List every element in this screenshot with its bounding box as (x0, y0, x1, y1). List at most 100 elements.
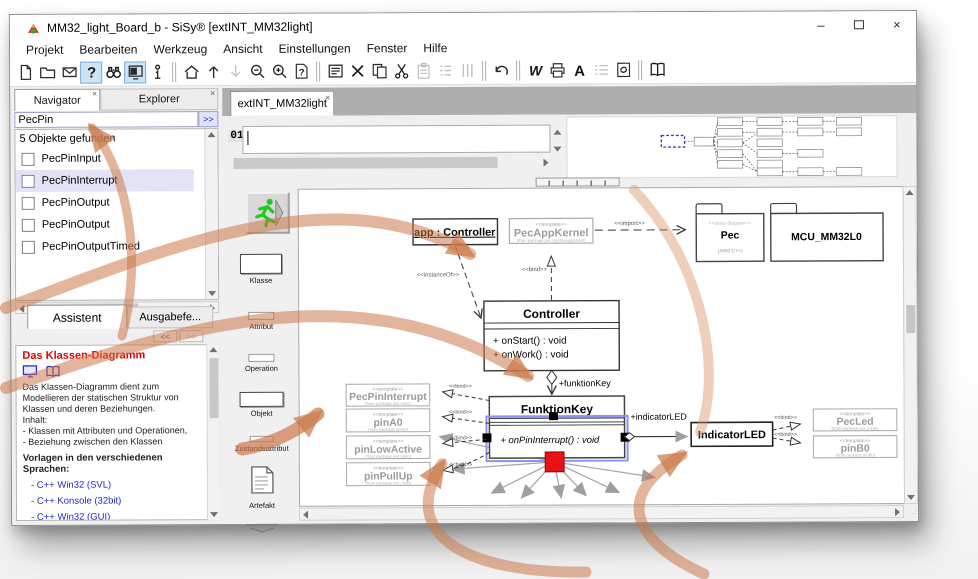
tab-extint-mm32light[interactable]: extINT_MM32light× (230, 91, 334, 116)
code-hscrollbar[interactable] (234, 157, 498, 169)
tab-assistent[interactable]: Assistent (27, 304, 127, 328)
template-link-cpp-konsole[interactable]: - C++ Konsole (32bit) (31, 495, 203, 507)
run-button[interactable] (246, 192, 290, 234)
bind-connectors-left[interactable] (443, 392, 490, 471)
mail-icon[interactable] (58, 61, 80, 83)
checkbox[interactable] (21, 152, 34, 165)
composition-funktionkey[interactable]: +funktionKey (547, 370, 611, 394)
instanceof-dependency[interactable] (455, 245, 481, 319)
scroll-down-button[interactable] (552, 141, 563, 152)
info-icon[interactable] (146, 61, 168, 83)
package-pec[interactable]: <<class diagram>> Pec (ARM C++) (696, 204, 764, 262)
template-link-cpp-win32-svl[interactable]: - C++ Win32 (SVL) (31, 479, 203, 491)
screen-icon[interactable] (22, 365, 38, 378)
diagram-help-icon[interactable]: ? (290, 60, 312, 82)
svg-text:A: A (574, 64, 585, 79)
navigate-up-icon[interactable] (202, 61, 224, 83)
list-item[interactable]: PecPinOutputTimed (16, 235, 194, 258)
tool-attribut[interactable]: Attribut (237, 312, 285, 331)
list-item[interactable]: PecPinOutput (16, 191, 194, 214)
list-item-selected[interactable]: PecPinInterrupt (16, 169, 194, 192)
class-indicatorled[interactable]: IndicatorLED (691, 422, 773, 446)
menu-projekt[interactable]: Projekt (18, 43, 71, 57)
tool-klasse[interactable]: Klasse (237, 254, 285, 285)
menu-werkzeug[interactable]: Werkzeug (145, 42, 215, 56)
search-input[interactable] (14, 111, 198, 128)
word-export-icon[interactable]: W (524, 59, 546, 81)
undo-icon[interactable] (490, 59, 512, 81)
tab-navigator[interactable]: Navigator× (14, 89, 100, 111)
scroll-right-button[interactable] (539, 157, 550, 168)
toolbar-separator (172, 62, 176, 82)
menu-hilfe[interactable]: Hilfe (415, 41, 455, 55)
right-template-classes[interactable]: <<template>> PecLed (from package pec.In… (813, 409, 897, 458)
close-icon[interactable]: × (210, 89, 215, 97)
close-icon[interactable]: × (92, 90, 97, 98)
tab-ausgabefenster[interactable]: Ausgabefe... (127, 306, 213, 328)
assistant-bullet: - Klassen mit Attributen und Operationen… (23, 425, 203, 437)
diagram-canvas[interactable]: app : Controller <<template>> PecAppKern… (298, 186, 905, 507)
new-document-icon[interactable] (14, 61, 36, 83)
association-indicatorled[interactable]: +indicatorLED (624, 412, 687, 441)
model-overview-minimap[interactable] (566, 115, 897, 178)
maximize-button[interactable] (840, 11, 878, 37)
copy-icon[interactable] (368, 60, 390, 82)
tool-objekt[interactable]: Objekt (238, 392, 286, 418)
help-icon[interactable]: ? (80, 61, 102, 83)
scroll-up-button[interactable] (552, 127, 563, 138)
cut-icon[interactable] (390, 60, 412, 82)
menu-einstellungen[interactable]: Einstellungen (271, 41, 359, 55)
tab-explorer[interactable]: Explorer× (100, 88, 218, 111)
book-icon[interactable] (44, 365, 61, 378)
object-app-controller[interactable]: app : Controller (413, 219, 498, 245)
svg-text:(from package pec.AppManagemen: (from package pec.AppManagement) (517, 238, 586, 243)
search-button[interactable]: >> (198, 111, 218, 127)
zoom-slider[interactable] (536, 177, 620, 186)
code-input[interactable] (242, 125, 550, 154)
template-link-cpp-win32-gui[interactable]: - C++ Win32 (GUI) (31, 511, 203, 521)
menu-bearbeiten[interactable]: Bearbeiten (71, 42, 145, 56)
drag-source-handle[interactable] (545, 452, 564, 472)
tool-operation[interactable]: Operation (237, 354, 285, 373)
delete-icon[interactable] (346, 60, 368, 82)
canvas-hscrollbar[interactable]: .: (299, 505, 904, 521)
screen-editor-icon[interactable] (124, 61, 146, 83)
checkbox[interactable] (22, 174, 35, 187)
print-icon[interactable] (546, 59, 568, 81)
edit-sheet-icon[interactable] (324, 60, 346, 82)
class-funktionkey[interactable]: FunktionKey + onPinInterrupt() : void (489, 396, 624, 458)
documentation-icon[interactable] (646, 59, 668, 81)
checkbox[interactable] (22, 196, 35, 209)
find-icon[interactable] (102, 61, 124, 83)
class-pecappkernel[interactable]: <<template>> PecAppKernel (from package … (509, 218, 593, 243)
zoom-in-icon[interactable] (268, 60, 290, 82)
palette-collapse-chevron[interactable] (242, 524, 282, 533)
left-template-classes[interactable]: <<template>> PecPinInterrupt (from packa… (346, 384, 430, 486)
run-icon (250, 196, 286, 230)
checkbox[interactable] (22, 218, 35, 231)
zoom-out-icon[interactable] (246, 60, 268, 82)
assistant-back-button[interactable]: << (153, 330, 177, 342)
assistant-forward-button[interactable]: >> (179, 330, 203, 342)
checkbox[interactable] (22, 240, 35, 253)
menu-fenster[interactable]: Fenster (359, 41, 416, 55)
menu-ansicht[interactable]: Ansicht (215, 42, 270, 56)
assistant-scrollbar[interactable] (206, 344, 220, 520)
close-button[interactable]: × (878, 11, 916, 37)
package-mcu-mm32l0[interactable]: MCU_MM32L0 (771, 203, 884, 261)
results-scrollbar[interactable] (204, 129, 218, 299)
home-icon[interactable] (180, 61, 202, 83)
close-icon[interactable]: × (325, 93, 330, 103)
canvas-vscrollbar[interactable] (903, 186, 918, 504)
refresh-icon[interactable] (612, 59, 634, 81)
tool-artefakt[interactable]: Artefakt (238, 466, 286, 510)
navigate-down-icon (224, 60, 246, 82)
resize-grip[interactable]: .: (912, 509, 916, 516)
open-icon[interactable] (36, 61, 58, 83)
list-item[interactable]: PecPinInput (15, 147, 193, 170)
tool-zustandsattribut[interactable]: Zustandsattribut (230, 436, 294, 453)
list-item[interactable]: PecPinOutput (16, 213, 194, 236)
class-controller[interactable]: Controller + onStart() : void + onWork()… (484, 301, 619, 371)
minimize-button[interactable]: – (802, 11, 840, 37)
font-icon[interactable]: A (568, 59, 590, 81)
